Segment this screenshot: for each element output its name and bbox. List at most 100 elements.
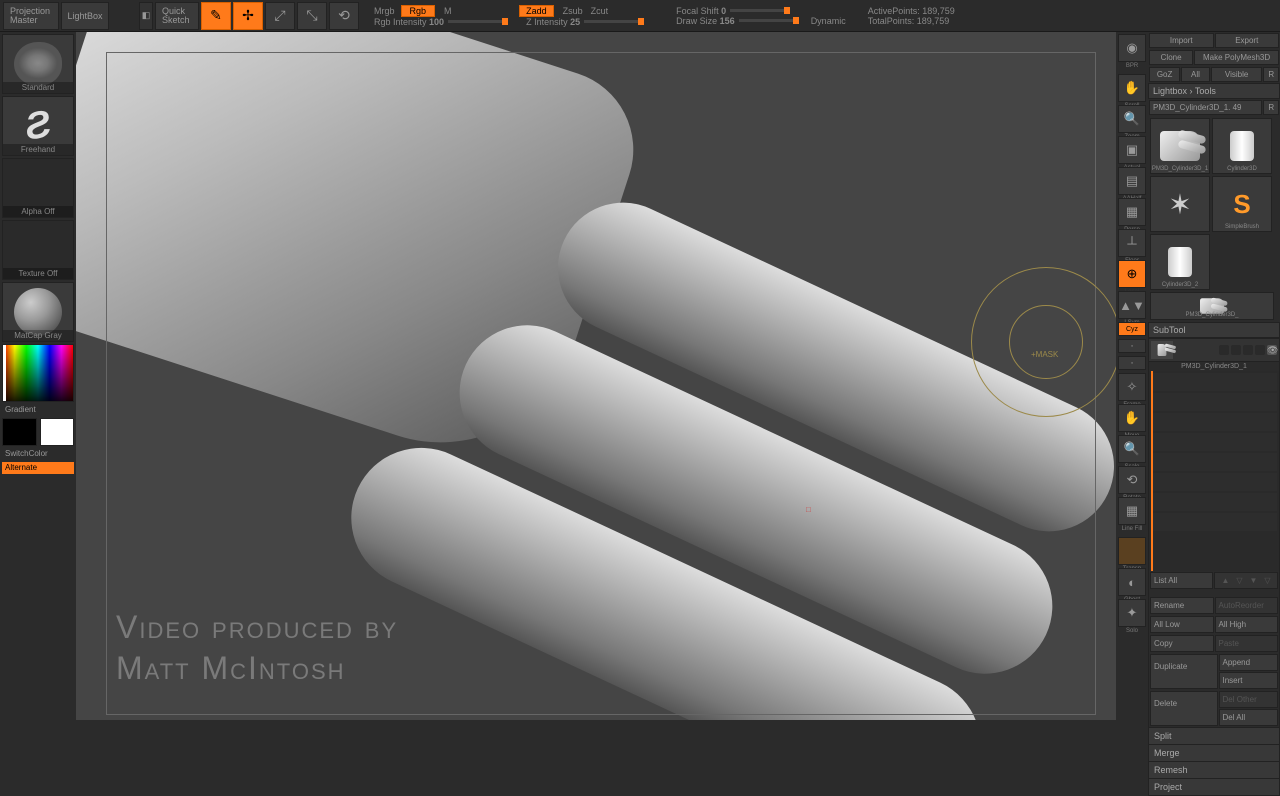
dynamic-button[interactable]: Dynamic [811, 16, 846, 26]
all-low-button[interactable]: All Low [1150, 616, 1214, 633]
subtool-slot[interactable] [1151, 373, 1277, 391]
subtool-slot[interactable] [1151, 473, 1277, 491]
solo-button[interactable]: ✦Solo [1118, 599, 1146, 627]
total-points: TotalPoints: 189,759 [868, 16, 955, 26]
copy-button[interactable]: Copy [1150, 635, 1214, 652]
quicksketch-button[interactable]: Quick Sketch [155, 2, 199, 30]
goz-visible-button[interactable]: Visible [1211, 67, 1263, 82]
autoreorder-button[interactable]: AutoReorder [1215, 597, 1279, 614]
clone-button[interactable]: Clone [1149, 50, 1193, 65]
lightbox-button[interactable]: LightBox [61, 2, 109, 30]
paste-button[interactable]: Paste [1215, 635, 1279, 652]
edit-button[interactable]: ✎ [201, 2, 231, 30]
brush-selector[interactable]: Standard [2, 34, 74, 94]
scale-button[interactable]: ⤡ [297, 2, 327, 30]
scroll-button[interactable]: ✋Scroll [1118, 74, 1146, 102]
xyz-y[interactable]: ◦ [1118, 339, 1146, 353]
top-toolbar: Projection Master LightBox ◧ Quick Sketc… [0, 0, 1280, 32]
transp-button[interactable]: Transp [1118, 537, 1146, 565]
subtool-slot[interactable] [1151, 513, 1277, 531]
zsub-button[interactable]: Zsub [563, 6, 583, 16]
linefill-button[interactable]: ▦Line Fill [1118, 497, 1146, 525]
goz-all-button[interactable]: All [1181, 67, 1210, 82]
rotate-nav-button[interactable]: ⟲Rotate [1118, 466, 1146, 494]
tool-item[interactable]: Cylinder3D_2 [1150, 234, 1210, 290]
remesh-accordion[interactable]: Remesh [1149, 761, 1279, 778]
stroke-selector[interactable]: ƧFreehand [2, 96, 74, 156]
viewport[interactable]: +MASK □ Video produced by Matt McIntosh [76, 32, 1116, 720]
aahalf-button[interactable]: ▤AAHalf [1118, 167, 1146, 195]
ghost-button[interactable]: ◐Ghost [1118, 568, 1146, 596]
xyz-z[interactable]: ◦ [1118, 356, 1146, 370]
goz-button[interactable]: GoZ [1149, 67, 1180, 82]
export-button[interactable]: Export [1215, 33, 1280, 48]
rgb-button[interactable]: Rgb [401, 5, 436, 17]
alpha-selector[interactable]: Alpha Off [2, 158, 74, 218]
rotate-button[interactable]: ⟲ [329, 2, 359, 30]
draw-size-slider[interactable] [739, 19, 799, 22]
focal-shift-slider[interactable] [730, 9, 790, 12]
current-tool[interactable]: PM3D_Cylinder3D_1. 49 [1149, 100, 1262, 115]
cyz-button[interactable]: Cyz [1118, 322, 1146, 336]
subtool-slot[interactable] [1151, 493, 1277, 511]
scale-nav-button[interactable]: 🔍Scale [1118, 435, 1146, 463]
zcut-button[interactable]: Zcut [591, 6, 609, 16]
subtool-slot[interactable] [1151, 453, 1277, 471]
move-button[interactable]: ⤢ [265, 2, 295, 30]
floor-button[interactable]: ┴Floor [1118, 229, 1146, 257]
frame-button[interactable]: ✧Frame [1118, 373, 1146, 401]
projection-master-button[interactable]: Projection Master [3, 2, 59, 30]
zadd-button[interactable]: Zadd [519, 5, 554, 17]
move-nav-button[interactable]: ✋Move [1118, 404, 1146, 432]
insert-button[interactable]: Insert [1219, 672, 1279, 689]
switch-color-button[interactable]: SwitchColor [2, 448, 74, 460]
tool-item[interactable]: ✶ [1150, 176, 1210, 232]
mrgb-button[interactable]: Mrgb [374, 6, 395, 16]
subtool-arrows[interactable]: ▲▽▼▽ [1214, 572, 1278, 589]
del-all-button[interactable]: Del All [1219, 709, 1279, 726]
persp-button[interactable]: ▦Persp [1118, 198, 1146, 226]
lightbox-tools-header[interactable]: Lightbox › Tools [1148, 83, 1280, 99]
bpr-button[interactable]: ◉BPR [1118, 34, 1146, 62]
append-button[interactable]: Append [1219, 654, 1279, 671]
duplicate-button[interactable]: Duplicate [1150, 654, 1218, 689]
subtool-slot[interactable] [1151, 433, 1277, 451]
material-selector[interactable]: MatCap Gray [2, 282, 74, 342]
tool-item[interactable]: PM3D_Cylinder3D_ [1150, 292, 1274, 320]
gradient-toggle[interactable]: Gradient [2, 404, 74, 416]
project-accordion[interactable]: Project [1149, 778, 1279, 795]
color-picker[interactable] [2, 344, 74, 402]
tool-item[interactable]: Cylinder3D [1212, 118, 1272, 174]
subtool-visibility-icons[interactable]: 👁 [1219, 345, 1277, 355]
make-polymesh-button[interactable]: Make PolyMesh3D [1194, 50, 1279, 65]
current-tool-r[interactable]: R [1263, 100, 1279, 115]
split-accordion[interactable]: Split [1149, 727, 1279, 744]
rename-button[interactable]: Rename [1150, 597, 1214, 614]
z-intensity-slider[interactable] [584, 20, 644, 23]
list-all-button[interactable]: List All [1150, 572, 1213, 589]
subtool-slot[interactable] [1151, 393, 1277, 411]
tool-item[interactable]: PM3D_Cylinder3D_1 [1150, 118, 1210, 174]
del-other-button[interactable]: Del Other [1219, 691, 1279, 708]
alternate-button[interactable]: Alternate [2, 462, 74, 474]
draw-button[interactable]: ✢ [233, 2, 263, 30]
quicksketch-icon[interactable]: ◧ [139, 2, 153, 30]
lsym-button[interactable]: ▲▼LSym [1118, 291, 1146, 319]
zoom-button[interactable]: 🔍Zoom [1118, 105, 1146, 133]
color-swatches[interactable] [2, 418, 74, 446]
local-button[interactable]: ⊕Local [1118, 260, 1146, 288]
import-button[interactable]: Import [1149, 33, 1214, 48]
delete-button[interactable]: Delete [1150, 691, 1218, 726]
m-button[interactable]: M [444, 6, 452, 16]
subtool-header[interactable]: SubTool [1148, 322, 1280, 338]
subtool-list[interactable] [1149, 371, 1279, 571]
goz-r-button[interactable]: R [1263, 67, 1279, 82]
tool-item[interactable]: SSimpleBrush [1212, 176, 1272, 232]
texture-selector[interactable]: Texture Off [2, 220, 74, 280]
subtool-active-row[interactable]: 👁 [1149, 339, 1279, 362]
all-high-button[interactable]: All High [1215, 616, 1279, 633]
actual-button[interactable]: ▣Actual [1118, 136, 1146, 164]
merge-accordion[interactable]: Merge [1149, 744, 1279, 761]
subtool-slot[interactable] [1151, 413, 1277, 431]
rgb-intensity-slider[interactable] [448, 20, 508, 23]
